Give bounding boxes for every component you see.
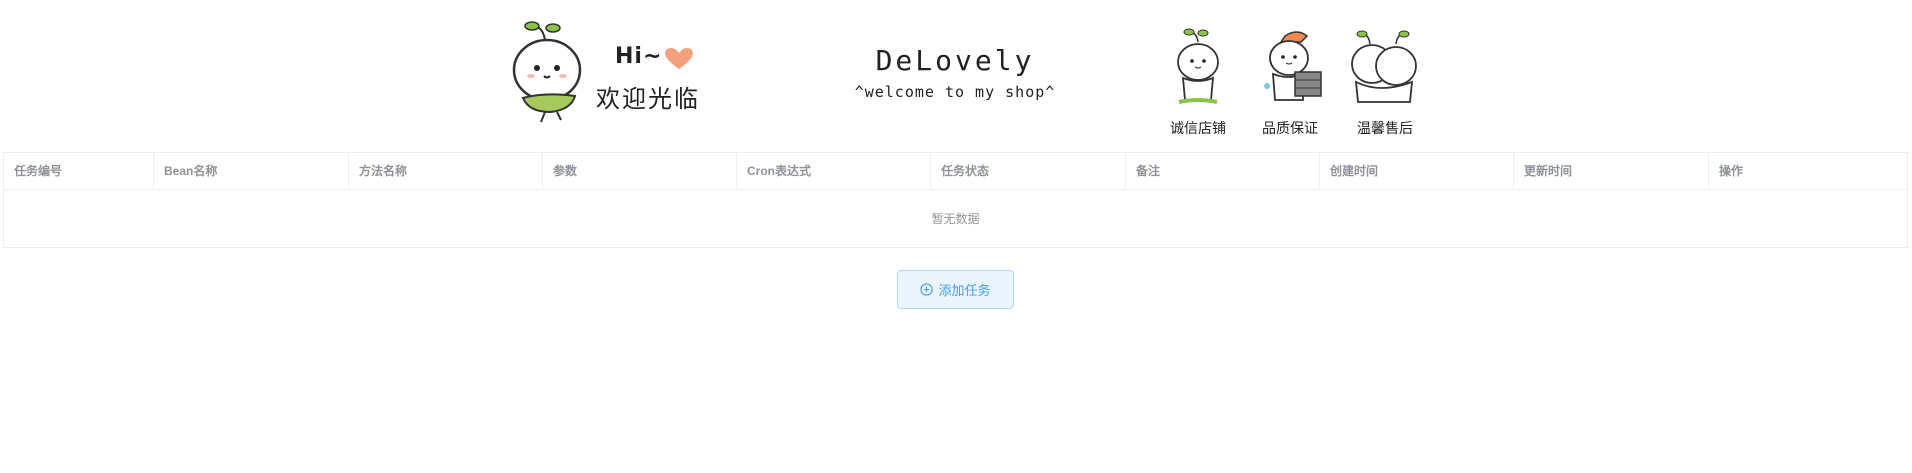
add-task-button[interactable]: 添加任务 — [897, 270, 1014, 309]
task-table: 任务编号 Bean名称 方法名称 参数 Cron表达式 任务状态 备注 创建时间… — [3, 152, 1908, 248]
sprout-character-with-box-icon — [1264, 31, 1322, 101]
feature-label: 温馨售后 — [1357, 121, 1413, 137]
column-header-cron: Cron表达式 — [737, 153, 931, 189]
column-header-updated-time: 更新时间 — [1514, 153, 1709, 189]
column-header-task-id: 任务编号 — [4, 153, 154, 189]
shop-title-block: DeLovely ^welcome to my shop^ — [835, 44, 1075, 101]
column-header-status: 任务状态 — [931, 153, 1126, 189]
column-header-actions: 操作 — [1719, 164, 1744, 178]
heart-icon — [665, 48, 693, 69]
sprout-character-praying-icon — [1177, 28, 1219, 104]
feature-label: 品质保证 — [1262, 121, 1318, 137]
empty-state-text: 暂无数据 — [931, 212, 980, 226]
feature-label: 诚信店铺 — [1170, 121, 1226, 137]
column-header-method-name: 方法名称 — [349, 153, 543, 189]
circle-plus-icon — [920, 283, 934, 296]
greeting-text: Hi~ — [615, 44, 663, 69]
column-header-bean-name: Bean名称 — [154, 153, 349, 189]
sprout-characters-hugging-icon — [1351, 30, 1417, 103]
feature-quality-guarantee: 品质保证 — [1245, 28, 1335, 138]
table-header: 任务编号 Bean名称 方法名称 参数 Cron表达式 任务状态 备注 创建时间… — [4, 153, 1907, 190]
welcome-text: 欢迎光临 — [596, 85, 700, 113]
shop-name: DeLovely — [875, 44, 1035, 77]
feature-trusted-store: 诚信店铺 — [1153, 28, 1243, 138]
shop-subtitle: ^welcome to my shop^ — [854, 83, 1056, 101]
add-task-label: 添加任务 — [938, 283, 991, 298]
column-header-created-time: 创建时间 — [1320, 153, 1514, 189]
feature-after-sales: 温馨售后 — [1340, 28, 1430, 138]
shop-banner: Hi~ 欢迎光临 DeLovely ^welcome to my shop^ 诚… — [505, 14, 1425, 137]
column-header-remark: 备注 — [1126, 153, 1320, 189]
welcome-block: Hi~ 欢迎光临 — [505, 14, 725, 124]
column-header-params: 参数 — [543, 153, 737, 189]
sprout-mascot-icon — [512, 21, 582, 123]
